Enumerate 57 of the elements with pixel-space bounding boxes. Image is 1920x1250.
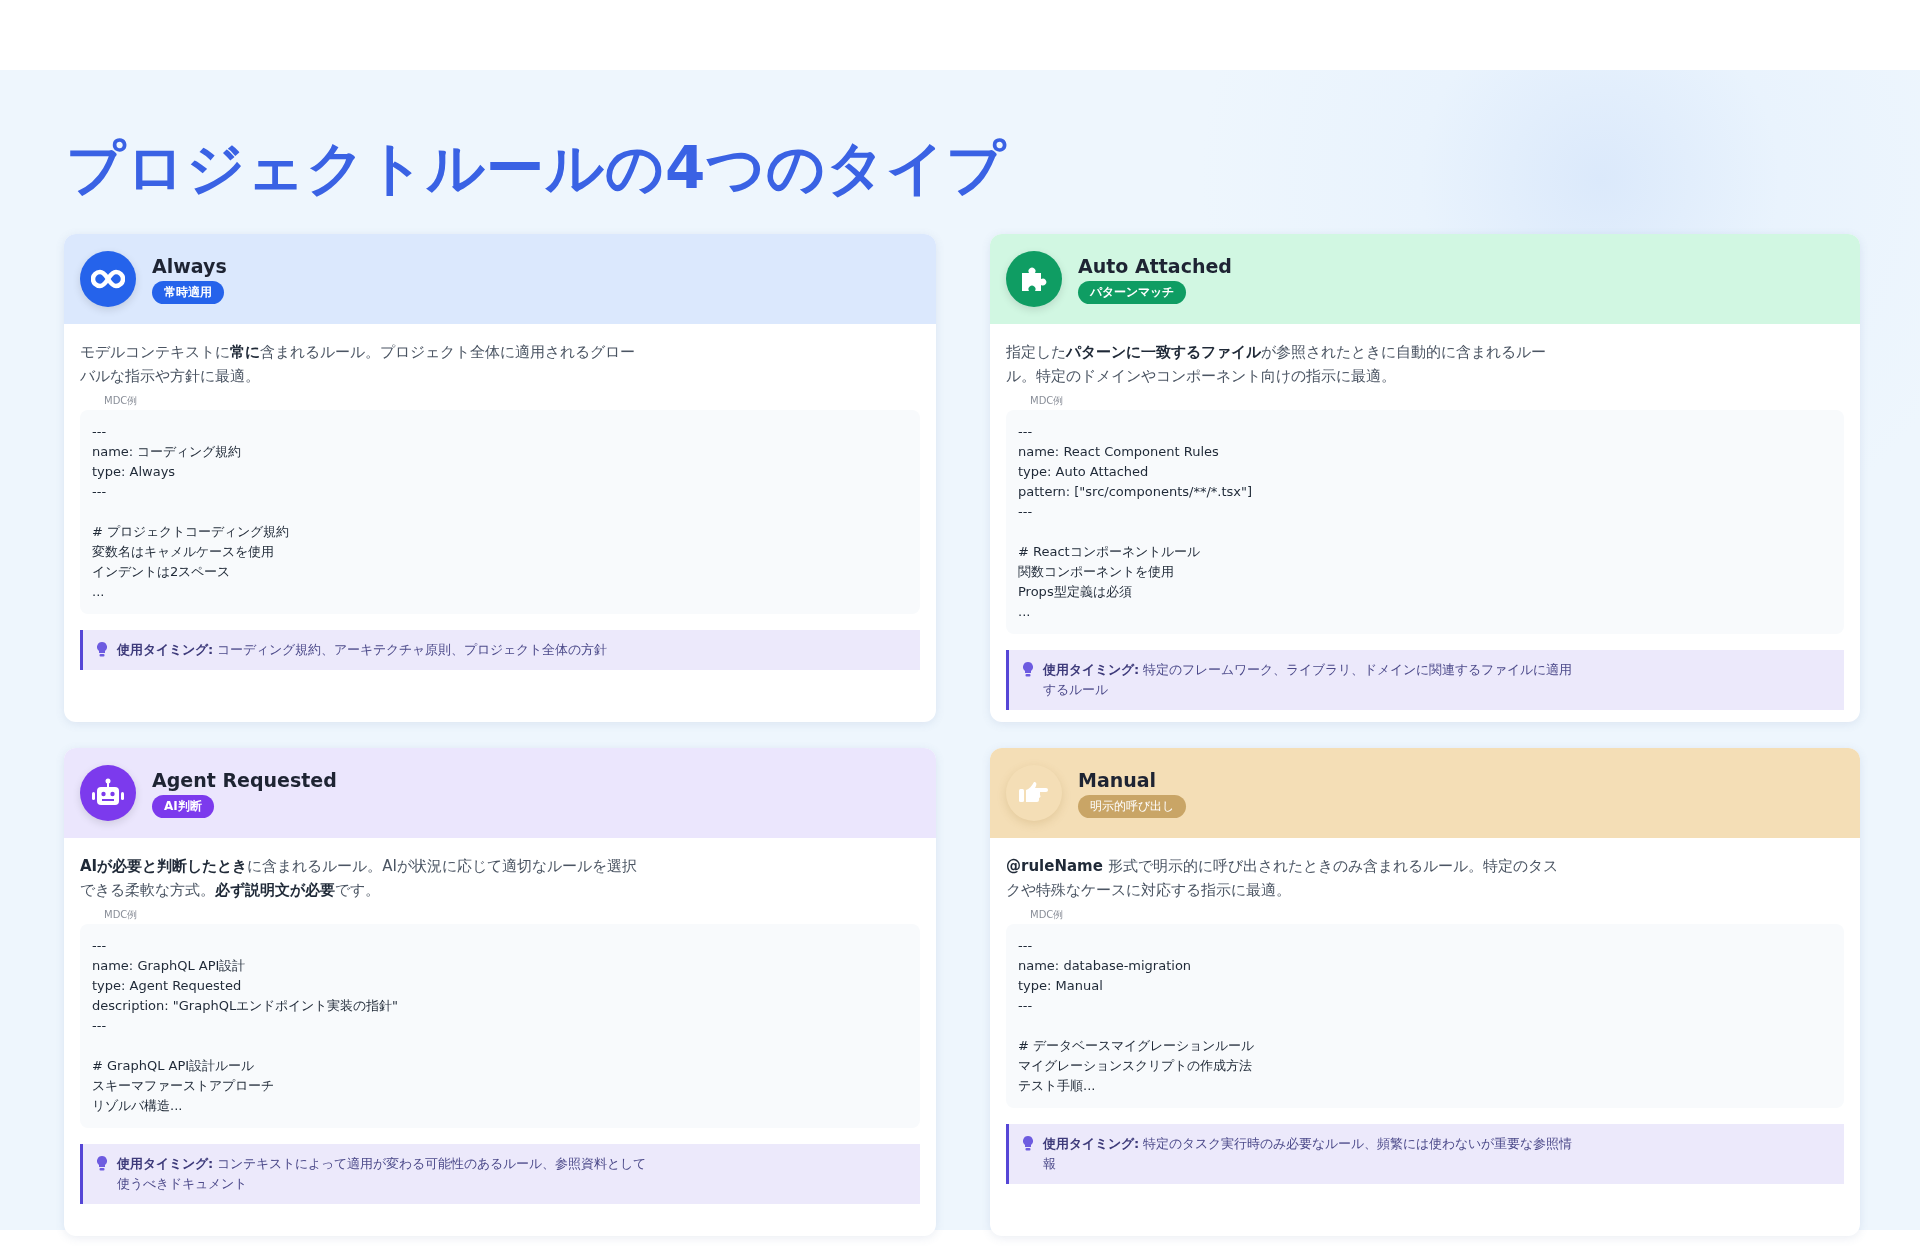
pointing-hand-icon — [1006, 765, 1062, 821]
card-description: 指定したパターンに一致するファイルが参照されたときに自動的に含まれるルール。特定のドメインやコンポーネント向けの指示に最適。 — [1006, 342, 1547, 387]
code-line: name: コーディング規約 — [92, 443, 242, 461]
card-description: AIが必要と判断したときに含まれるルール。AIが状況に応じて適切なルールを選択できる柔軟な方式。必ず説明文が必要です。 — [80, 856, 638, 901]
code-line: description: "GraphQLエンドポイント実装の指針" — [92, 997, 399, 1015]
robot-icon — [80, 765, 136, 821]
code-line: # GraphQL API設計ルール — [92, 1057, 255, 1075]
code-line: type: Manual — [1018, 977, 1103, 995]
code-line: --- — [92, 423, 107, 441]
puzzle-icon — [1006, 251, 1062, 307]
lightbulb-icon — [97, 642, 107, 657]
code-line: テスト手順... — [1018, 1077, 1096, 1095]
timing-text: 使用タイミング: コーディング規約、アーキテクチャ原則、プロジェクト全体の方針 — [117, 641, 608, 659]
code-line: Props型定義は必須 — [1018, 583, 1132, 601]
code-line: --- — [1018, 997, 1033, 1015]
code-line: # データベースマイグレーションルール — [1018, 1037, 1255, 1055]
code-line: --- — [92, 1017, 107, 1035]
code-line: name: React Component Rules — [1018, 443, 1219, 461]
code-line: 変数名はキャメルケースを使用 — [92, 543, 274, 561]
badge: パターンマッチ — [1078, 280, 1186, 304]
lightbulb-icon — [1023, 662, 1033, 677]
timing-text: 使用タイミング: コンテキストによって適用が変わる可能性のあるルール、参照資料として使うべきドキュメント — [117, 1155, 647, 1193]
code-line: マイグレーションスクリプトの作成方法 — [1018, 1057, 1252, 1075]
code-line: 関数コンポーネントを使用 — [1018, 563, 1174, 581]
code-line: インデントは2スペース — [92, 563, 231, 581]
card-description: @ruleName 形式で明示的に呼び出されたときのみ含まれるルール。特定のタスクや特殊なケースに対応する指示に最適。 — [1006, 856, 1559, 901]
code-line: name: GraphQL API設計 — [92, 957, 246, 975]
code-line: --- — [1018, 937, 1033, 955]
timing-text: 使用タイミング: 特定のタスク実行時のみ必要なルール、頻繁には使わないが重要な参照情報 — [1043, 1135, 1573, 1173]
code-line: --- — [92, 483, 107, 501]
card-title: Manual — [1078, 768, 1157, 791]
card-title: Always — [152, 254, 227, 277]
lightbulb-icon — [1023, 1136, 1033, 1151]
code-line: pattern: ["src/components/**/*.tsx"] — [1018, 483, 1252, 501]
code-line: type: Always — [92, 463, 176, 481]
card-title: Agent Requested — [152, 768, 337, 791]
badge: AI判断 — [152, 794, 214, 818]
code-line: # プロジェクトコーディング規約 — [92, 523, 290, 541]
code-line: type: Auto Attached — [1018, 463, 1149, 481]
code-line: --- — [1018, 423, 1033, 441]
lightbulb-icon — [97, 1156, 107, 1171]
code-line: name: database-migration — [1018, 957, 1192, 975]
code-line: type: Agent Requested — [92, 977, 242, 995]
code-line: ... — [92, 583, 105, 601]
infinity-icon — [80, 251, 136, 307]
card-title: Auto Attached — [1078, 254, 1232, 277]
code-line: リゾルバ構造... — [92, 1097, 183, 1115]
timing-text: 使用タイミング: 特定のフレームワーク、ライブラリ、ドメインに関連するファイルに適用するルール — [1043, 661, 1573, 699]
code-line: スキーマファーストアプローチ — [92, 1077, 274, 1095]
code-line: --- — [92, 937, 107, 955]
card-description: モデルコンテキストに常に含まれるルール。プロジェクト全体に適用されるグローバルな指示や方針に最適。 — [80, 342, 636, 387]
code-line: # Reactコンポーネントルール — [1018, 543, 1200, 561]
badge: 常時適用 — [152, 280, 224, 304]
code-line: --- — [1018, 503, 1033, 521]
page-title: プロジェクトルールの4つのタイプ — [66, 133, 1008, 204]
code-line: ... — [1018, 603, 1031, 621]
badge: 明示的呼び出し — [1078, 794, 1186, 818]
